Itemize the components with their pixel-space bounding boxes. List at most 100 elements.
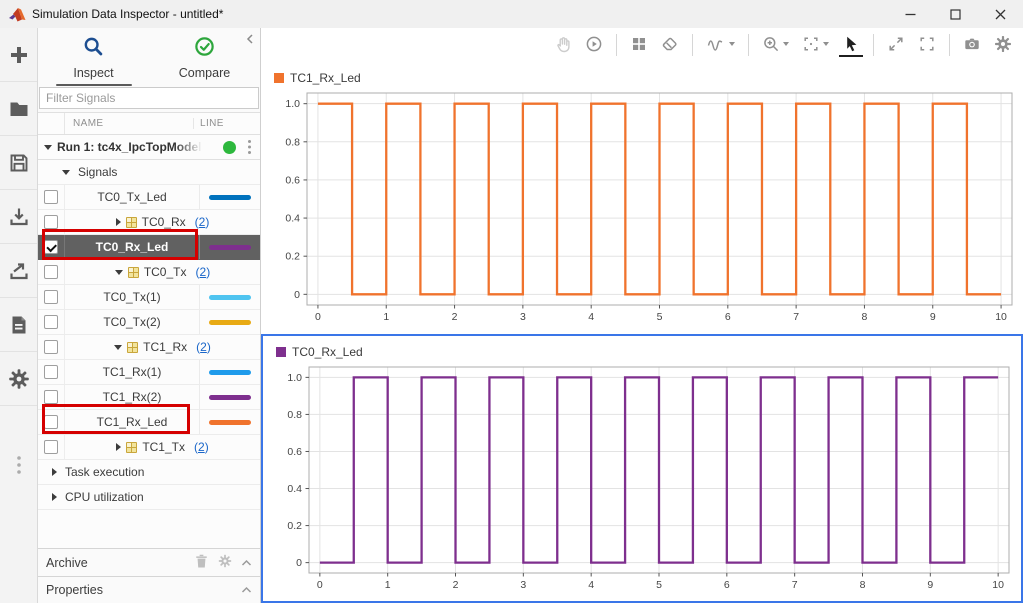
export-button[interactable] [0,244,37,298]
report-button[interactable] [0,298,37,352]
pointer-button[interactable] [839,33,863,57]
x-tick-label: 2 [452,311,458,323]
matrix-row-tc1-rx[interactable]: TC1_Rx(2) [38,335,260,360]
close-button[interactable] [978,0,1023,28]
filter-signals [38,86,260,112]
expander-right-icon[interactable] [116,443,121,451]
gear-icon[interactable] [218,554,232,571]
new-button[interactable] [0,28,37,82]
settings-button[interactable] [991,33,1015,57]
matrix-row-tc0-tx[interactable]: TC0_Tx(2) [38,260,260,285]
x-tick-label: 10 [992,579,1004,591]
layout-button[interactable] [627,33,651,57]
checkbox-tc0-tx-2[interactable] [44,315,58,329]
chevron-up-icon[interactable] [241,556,252,570]
checkbox-tc1-rx-led[interactable] [44,415,58,429]
chart-canvas[interactable]: 01234567891000.20.40.60.81.0 [263,362,1018,600]
snapshot-button[interactable] [960,33,984,57]
expander-right-icon[interactable] [116,218,121,226]
checkbox-tc1-rx-1[interactable] [44,365,58,379]
signal-row-tc0-rx-led[interactable]: TC0_Rx_Led [38,235,260,260]
run-menu-kebab-icon[interactable] [247,139,252,155]
dropdown-caret-icon[interactable] [823,42,829,46]
line-swatch [209,395,251,400]
fullscreen-icon [918,35,936,53]
chevron-up-icon[interactable] [241,583,252,597]
open-button[interactable] [0,82,37,136]
chart-canvas[interactable]: 01234567891000.20.40.60.81.0 [261,88,1021,332]
checkbox-tc1-rx[interactable] [44,340,58,354]
signal-row-tc1-rx-2[interactable]: TC1_Rx(2) [38,385,260,410]
preferences-button[interactable] [0,352,37,406]
category-row-cpu-utilization[interactable]: CPU utilization [38,485,260,510]
x-tick-label: 9 [930,311,936,323]
minimize-button[interactable] [888,0,933,28]
cursor-icon [842,35,860,53]
window-controls [888,0,1023,28]
trash-icon[interactable] [194,553,209,572]
dropdown-caret-icon[interactable] [783,42,789,46]
signal-row-tc1-rx-1[interactable]: TC1_Rx(1) [38,360,260,385]
checkbox-tc1-tx[interactable] [44,440,58,454]
expander-down-icon[interactable] [44,145,52,150]
signal-row-tc0-tx-2[interactable]: TC0_Tx(2) [38,310,260,335]
checkbox-tc0-tx-1[interactable] [44,290,58,304]
expand-button[interactable] [884,33,908,57]
expander-right-icon[interactable] [52,493,57,501]
matrix-signal-icon [126,442,137,453]
matrix-row-tc0-rx[interactable]: TC0_Rx(2) [38,210,260,235]
subplot-tc1-rx-led[interactable]: TC1_Rx_Led01234567891000.20.40.60.81.0 [261,62,1023,334]
checkbox-tc0-rx[interactable] [44,215,58,229]
zoom-in-icon [762,35,780,53]
replay-icon [585,35,603,53]
grid-icon [630,35,648,53]
title-bar: Simulation Data Inspector - untitled* [0,0,1023,28]
save-button[interactable] [0,136,37,190]
run-title-cell: Run 1: tc4x_IpcTopModel[ [38,135,260,159]
signal-count-link[interactable]: (2) [196,265,211,279]
maximize-button[interactable] [933,0,978,28]
checkbox-tc0-rx-led[interactable] [44,240,58,254]
x-tick-label: 0 [317,579,323,591]
replay-button[interactable] [582,33,606,57]
signal-row-tc1-rx-led[interactable]: TC1_Rx_Led [38,410,260,435]
signal-count-link[interactable]: (2) [196,340,211,354]
expander-down-icon[interactable] [115,270,123,275]
signal-row-tc0-tx-1[interactable]: TC0_Tx(1) [38,285,260,310]
fullscreen-button[interactable] [915,33,939,57]
tab-compare[interactable]: Compare [149,28,260,86]
filter-signals-input[interactable] [39,87,259,109]
line-swatch [209,370,251,375]
matrix-row-tc1-tx[interactable]: TC1_Tx(2) [38,435,260,460]
chevron-left-icon [245,33,255,45]
checkbox-tc1-rx-2[interactable] [44,390,58,404]
signal-count-link[interactable]: (2) [194,440,209,454]
tab-inspect[interactable]: Inspect [38,28,149,86]
y-tick-label: 1.0 [285,98,300,110]
signal-count-link[interactable]: (2) [195,215,210,229]
more-button[interactable] [0,438,37,491]
expander-down-icon[interactable] [62,170,70,175]
zoom-button[interactable] [759,33,792,57]
dropdown-caret-icon[interactable] [729,42,735,46]
fit-to-view-button[interactable] [799,33,832,57]
properties-section-header[interactable]: Properties [38,576,260,603]
signal-label: TC1_Rx_Led [97,415,168,429]
expander-right-icon[interactable] [52,468,57,476]
checkbox-tc0-tx[interactable] [44,265,58,279]
subplot-tc0-rx-led-selected[interactable]: TC0_Rx_Led01234567891000.20.40.60.81.0 [261,334,1023,603]
expander-down-icon[interactable] [114,345,122,350]
run-row-run-1-tc4x-ipctopmodel[interactable]: Run 1: tc4x_IpcTopModel[ [38,135,260,160]
pan-button[interactable] [551,33,575,57]
signal-row-tc0-tx-led[interactable]: TC0_Tx_Led [38,185,260,210]
fit-view-icon [802,35,820,53]
import-button[interactable] [0,190,37,244]
clear-button[interactable] [658,33,682,57]
signal-trace-button[interactable] [703,33,738,57]
group-row-signals[interactable]: Signals [38,160,260,185]
category-row-task-execution[interactable]: Task execution [38,460,260,485]
archive-section-header[interactable]: Archive [38,548,260,576]
checkbox-tc0-tx-led[interactable] [44,190,58,204]
collapse-panel-button[interactable] [245,32,255,50]
list-empty-area [38,510,260,548]
